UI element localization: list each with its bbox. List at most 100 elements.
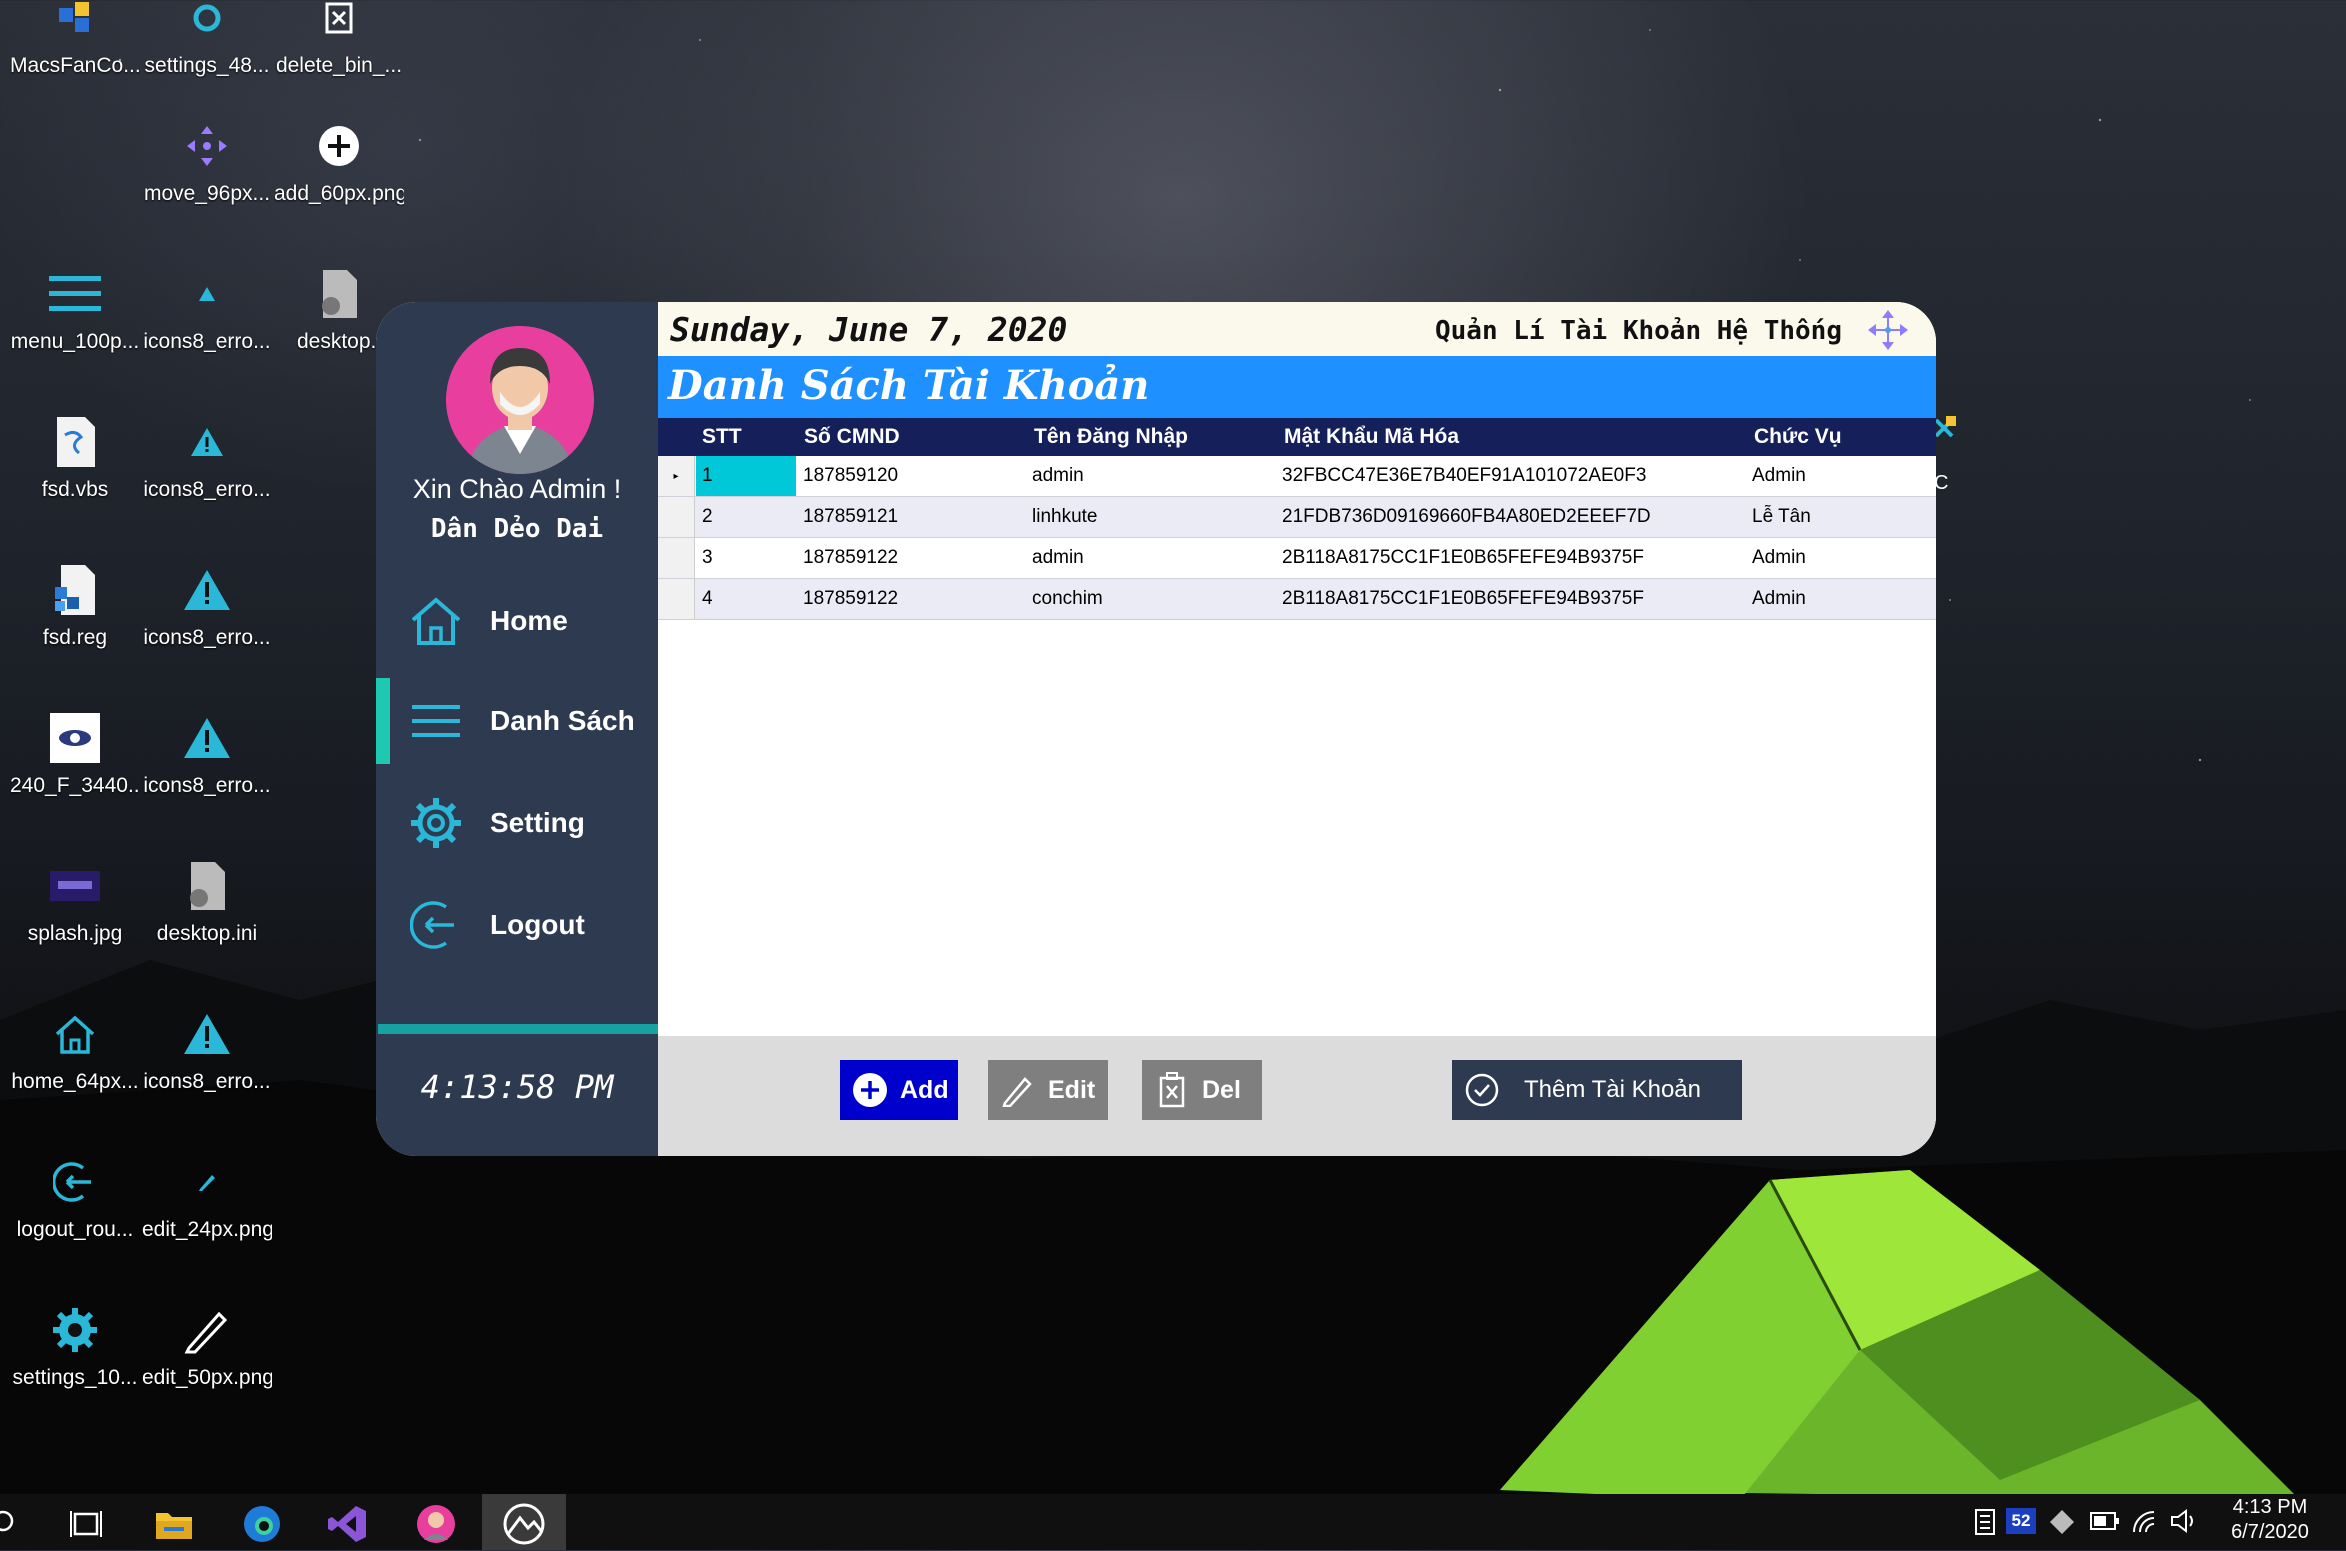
desktop-icon-home[interactable]: home_64px... — [10, 1004, 140, 1094]
cell-cmnd[interactable]: 187859121 — [803, 497, 898, 537]
cell-username[interactable]: admin — [1032, 456, 1084, 496]
active-app-tab[interactable] — [482, 1494, 566, 1550]
table-row[interactable]: 3 187859122 admin 2B118A8175CC1F1E0B65FE… — [658, 538, 1936, 579]
cell-role[interactable]: Admin — [1752, 579, 1806, 619]
row-selector-arrow[interactable]: ▸ — [658, 456, 695, 496]
battery-icon[interactable] — [2090, 1512, 2120, 1536]
gear-icon — [177, 0, 237, 48]
desktop-icon-fsd-reg[interactable]: fsd.reg — [10, 560, 140, 650]
cell-cmnd[interactable]: 187859122 — [803, 538, 898, 578]
greeting-text: Xin Chào Admin ! — [412, 474, 622, 504]
desktop-icon-partial[interactable]: C — [1934, 416, 1964, 506]
row-selector[interactable] — [658, 497, 695, 537]
row-selector[interactable] — [658, 579, 695, 619]
cell-password[interactable]: 32FBCC47E36E7B40EF91A101072AE0F3 — [1282, 456, 1646, 496]
cell-role[interactable]: Admin — [1752, 456, 1806, 496]
clock: 4:13:58 PM — [420, 1068, 614, 1106]
cell-password[interactable]: 21FDB736D09169660FB4A80ED2EEEF7D — [1282, 497, 1651, 537]
wifi-icon[interactable] — [2130, 1508, 2160, 1540]
sidebar: Xin Chào Admin ! Dân Dẻo Dai Home Danh S… — [376, 302, 658, 1156]
cell-stt[interactable]: 3 — [702, 538, 713, 578]
cell-cmnd[interactable]: 187859122 — [803, 579, 898, 619]
them-tai-khoan-button[interactable]: Thêm Tài Khoản — [1452, 1060, 1742, 1120]
cell-stt[interactable]: 4 — [702, 579, 713, 619]
cell-role[interactable]: Lễ Tân — [1752, 497, 1811, 537]
desktop-icon-icons8-error[interactable]: icons8_erro... — [142, 264, 272, 354]
app-running-icon — [502, 1502, 546, 1551]
cell-username[interactable]: conchim — [1032, 579, 1103, 619]
badge-count[interactable]: 52 — [2006, 1508, 2036, 1534]
desktop-icon-icons8-error[interactable]: icons8_erro... — [142, 412, 272, 502]
move-icon[interactable] — [1866, 308, 1910, 352]
column-header-username[interactable]: Tên Đăng Nhập — [1034, 418, 1188, 456]
file-explorer-icon[interactable] — [152, 1502, 196, 1546]
column-header-password[interactable]: Mật Khẩu Mã Hóa — [1284, 418, 1459, 456]
table-row[interactable]: ▸ 1 187859120 admin 32FBCC47E36E7B40EF91… — [658, 456, 1936, 497]
cell-password[interactable]: 2B118A8175CC1F1E0B65FEFE94B9375F — [1282, 538, 1644, 578]
nav-setting[interactable]: Setting — [376, 780, 658, 866]
desktop-icon-edit50[interactable]: edit_50px.png — [142, 1300, 272, 1390]
visual-studio-icon[interactable] — [326, 1502, 370, 1546]
edge-browser-icon[interactable] — [240, 1502, 284, 1546]
desktop-icon-label: 240_F_3440... — [10, 774, 140, 797]
desktop-icon-label: icons8_erro... — [143, 330, 271, 353]
desktop-icon-240f[interactable]: 240_F_3440... — [10, 708, 140, 798]
avatar-app-icon[interactable] — [414, 1502, 458, 1546]
desktop-icon-logout[interactable]: logout_rou... — [10, 1152, 140, 1242]
action-bar: Add Edit Del Thêm Tài Khoản — [658, 1036, 1936, 1156]
nav-home[interactable]: Home — [376, 578, 658, 664]
cell-role[interactable]: Admin — [1752, 538, 1806, 578]
volume-icon[interactable] — [2170, 1508, 2200, 1540]
cell-stt[interactable]: 1 — [696, 456, 796, 496]
desktop-icon-delete-bin[interactable]: delete_bin_... — [274, 0, 404, 78]
row-selector[interactable] — [658, 538, 695, 578]
desktop-icon-label: icons8_erro... — [143, 774, 271, 797]
cell-cmnd[interactable]: 187859120 — [803, 456, 898, 496]
nav-danh-sach[interactable]: Danh Sách — [376, 678, 658, 764]
search-icon[interactable] — [0, 1502, 28, 1546]
desktop-icon-settings48[interactable]: settings_48... — [142, 0, 272, 78]
table-row[interactable]: 4 187859122 conchim 2B118A8175CC1F1E0B65… — [658, 579, 1936, 620]
cell-username[interactable]: admin — [1032, 538, 1084, 578]
logout-icon — [406, 895, 466, 955]
add-button[interactable]: Add — [840, 1060, 958, 1120]
desktop-icon-edit24[interactable]: edit_24px.png — [142, 1152, 272, 1242]
dropbox-icon[interactable] — [2048, 1508, 2076, 1542]
desktop-icon-icons8-error[interactable]: icons8_erro... — [142, 1004, 272, 1094]
pencil-icon — [177, 1152, 237, 1212]
delete-button[interactable]: Del — [1142, 1060, 1262, 1120]
desktop-icon-fsd-vbs[interactable]: fsd.vbs — [10, 412, 140, 502]
desktop-icon-label: settings_48... — [144, 54, 270, 77]
task-view-icon[interactable] — [64, 1502, 108, 1546]
notes-icon[interactable] — [1974, 1508, 1996, 1536]
column-header-cmnd[interactable]: Số CMND — [804, 418, 900, 456]
desktop-icon-icons8-error[interactable]: icons8_erro... — [142, 560, 272, 650]
desktop-icon-label: edit_50px.png — [142, 1366, 272, 1389]
table-row[interactable]: 2 187859121 linhkute 21FDB736D09169660FB… — [658, 497, 1936, 538]
user-name: Dân Dẻo Dai — [430, 514, 604, 544]
edit-button[interactable]: Edit — [988, 1060, 1108, 1120]
eye-icon — [45, 708, 105, 768]
taskbar-clock[interactable]: 4:13 PM 6/7/2020 — [2218, 1494, 2322, 1544]
column-header-role[interactable]: Chức Vụ — [1754, 418, 1842, 456]
desktop-icon-macsfan[interactable]: MacsFanCo... — [10, 0, 140, 78]
accounts-table[interactable]: STT Số CMND Tên Đăng Nhập Mật Khẩu Mã Hó… — [658, 418, 1936, 620]
desktop-icon-settings10[interactable]: settings_10... — [10, 1300, 140, 1390]
warning-icon — [177, 708, 237, 768]
desktop-icon-icons8-error[interactable]: icons8_erro... — [142, 708, 272, 798]
account-manager-window: Xin Chào Admin ! Dân Dẻo Dai Home Danh S… — [376, 302, 1936, 1156]
desktop-icon-move[interactable]: move_96px... — [142, 116, 272, 206]
add-icon — [309, 116, 369, 176]
sidebar-divider — [378, 1024, 658, 1034]
desktop-icon-add[interactable]: add_60px.png — [274, 116, 404, 206]
desktop-icon-splash[interactable]: splash.jpg — [10, 856, 140, 946]
desktop-icon-label: delete_bin_... — [275, 54, 403, 77]
title-bar[interactable]: Sunday, June 7, 2020 Quản Lí Tài Khoản H… — [658, 302, 1936, 356]
desktop-icon-desktop-ini-2[interactable]: desktop.ini — [142, 856, 272, 946]
cell-password[interactable]: 2B118A8175CC1F1E0B65FEFE94B9375F — [1282, 579, 1644, 619]
cell-username[interactable]: linhkute — [1032, 497, 1098, 537]
desktop-icon-menu[interactable]: menu_100p... — [10, 264, 140, 354]
column-header-stt[interactable]: STT — [702, 418, 742, 456]
cell-stt[interactable]: 2 — [702, 497, 713, 537]
nav-logout[interactable]: Logout — [376, 882, 658, 968]
